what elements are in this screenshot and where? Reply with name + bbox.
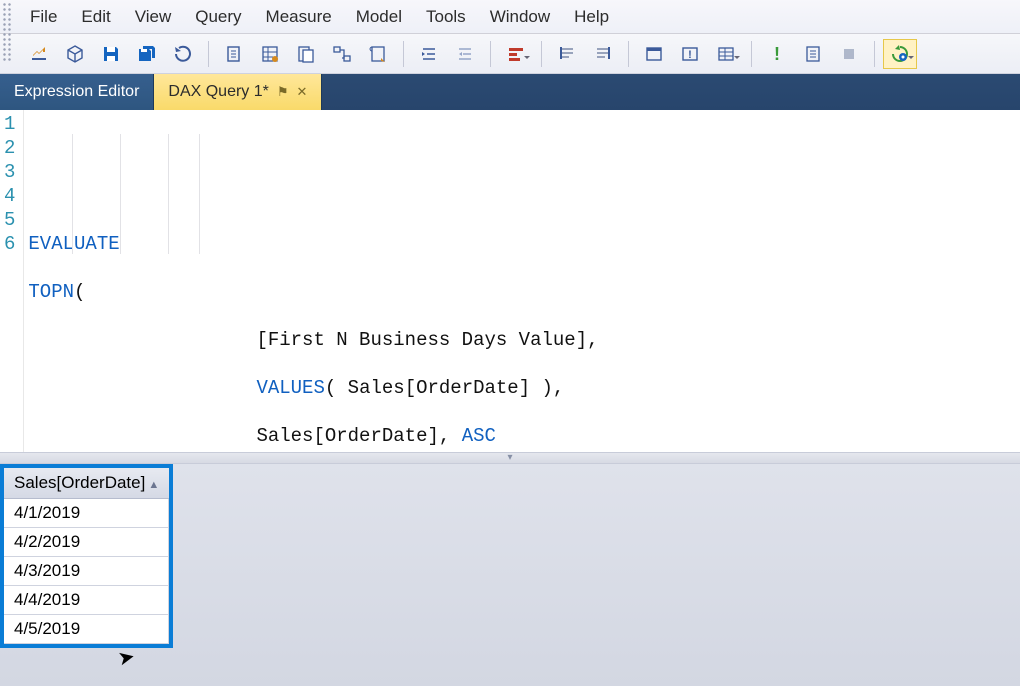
grid-cell[interactable]: 4/5/2019 (4, 615, 169, 644)
grid-icon[interactable] (253, 39, 287, 69)
toolbar-separator (403, 41, 404, 67)
properties-icon[interactable] (709, 39, 743, 69)
comment-icon[interactable] (550, 39, 584, 69)
tab-expression-editor[interactable]: Expression Editor (0, 74, 154, 110)
tab-label: Expression Editor (14, 83, 139, 101)
menu-file[interactable]: File (18, 5, 69, 29)
stop-icon[interactable] (832, 39, 866, 69)
menu-view[interactable]: View (123, 5, 184, 29)
toolbar-separator (751, 41, 752, 67)
toolbar-separator (628, 41, 629, 67)
grid-cell[interactable]: 4/1/2019 (4, 499, 169, 528)
menu-tools[interactable]: Tools (414, 5, 478, 29)
page-icon[interactable] (289, 39, 323, 69)
grid-cell[interactable]: 4/2/2019 (4, 528, 169, 557)
dependency-icon[interactable] (325, 39, 359, 69)
new-query-icon[interactable] (22, 39, 56, 69)
tab-label: DAX Query 1* (168, 83, 268, 101)
grid-cell[interactable]: 4/3/2019 (4, 557, 169, 586)
results-pane: Sales[OrderDate]▲ 4/1/2019 4/2/2019 4/3/… (0, 464, 1020, 686)
toolbar-separator (490, 41, 491, 67)
menu-edit[interactable]: Edit (69, 5, 122, 29)
toolbar-separator (874, 41, 875, 67)
cube-icon[interactable] (58, 39, 92, 69)
tab-dax-query[interactable]: DAX Query 1* ⚑ ✕ (154, 74, 322, 110)
save-all-icon[interactable] (130, 39, 164, 69)
menu-measure[interactable]: Measure (254, 5, 344, 29)
svg-text:!: ! (774, 44, 780, 64)
code-editor[interactable]: 1 2 3 4 5 6 EVALUATE TOPN( [First N Busi… (0, 110, 1020, 452)
pin-icon[interactable]: ⚑ (277, 84, 289, 100)
sort-asc-icon: ▲ (148, 479, 159, 491)
tabstrip: Expression Editor DAX Query 1* ⚑ ✕ (0, 74, 1020, 110)
results-grid[interactable]: Sales[OrderDate]▲ 4/1/2019 4/2/2019 4/3/… (0, 464, 173, 648)
script-icon[interactable] (361, 39, 395, 69)
indent-icon[interactable] (412, 39, 446, 69)
info-green-icon[interactable]: ! (760, 39, 794, 69)
uncomment-icon[interactable] (586, 39, 620, 69)
toolbar-separator (541, 41, 542, 67)
column-header[interactable]: Sales[OrderDate]▲ (4, 468, 169, 499)
toolbar-separator (208, 41, 209, 67)
copy-icon[interactable] (217, 39, 251, 69)
menu-model[interactable]: Model (344, 5, 414, 29)
undo-icon[interactable] (166, 39, 200, 69)
warning-icon[interactable]: ! (673, 39, 707, 69)
format-dax-icon[interactable] (499, 39, 533, 69)
grid-cell[interactable]: 4/4/2019 (4, 586, 169, 615)
run-query-icon[interactable] (883, 39, 917, 69)
line-gutter: 1 2 3 4 5 6 (0, 110, 24, 452)
window-icon[interactable] (637, 39, 671, 69)
svg-text:!: ! (688, 49, 692, 61)
menubar: File Edit View Query Measure Model Tools… (0, 0, 1020, 34)
close-icon[interactable]: ✕ (297, 84, 308, 100)
toolbar-grip (2, 2, 12, 62)
code-area[interactable]: EVALUATE TOPN( [First N Business Days Va… (24, 110, 602, 452)
toolbar: ! ! (0, 34, 1020, 74)
save-icon[interactable] (94, 39, 128, 69)
menu-window[interactable]: Window (478, 5, 562, 29)
outdent-icon[interactable] (448, 39, 482, 69)
menu-help[interactable]: Help (562, 5, 621, 29)
menu-query[interactable]: Query (183, 5, 253, 29)
list-icon[interactable] (796, 39, 830, 69)
